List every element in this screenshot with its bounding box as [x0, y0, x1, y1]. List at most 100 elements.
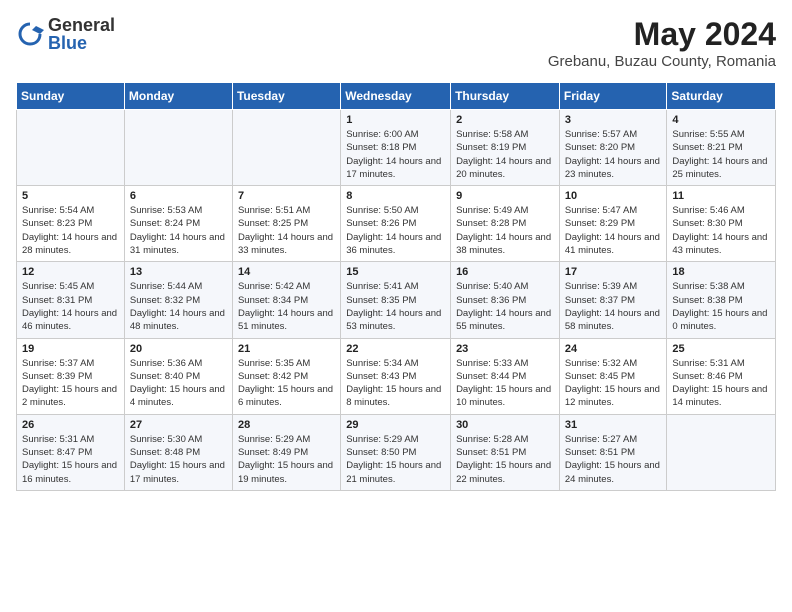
day-number: 25: [672, 343, 770, 355]
calendar-cell: 21 Sunrise: 5:35 AMSunset: 8:42 PMDayligh…: [232, 338, 340, 414]
day-info: Sunrise: 5:37 AMSunset: 8:39 PMDaylight:…: [22, 357, 119, 410]
location-subtitle: Grebanu, Buzau County, Romania: [548, 53, 776, 70]
calendar-cell: 25 Sunrise: 5:31 AMSunset: 8:46 PMDayligh…: [667, 338, 776, 414]
day-number: 22: [346, 343, 445, 355]
day-info: Sunrise: 5:34 AMSunset: 8:43 PMDaylight:…: [346, 357, 445, 410]
day-info: Sunrise: 5:33 AMSunset: 8:44 PMDaylight:…: [456, 357, 554, 410]
weekday-header: Sunday: [17, 83, 125, 110]
day-info: Sunrise: 5:49 AMSunset: 8:28 PMDaylight:…: [456, 204, 554, 257]
calendar-cell: 11 Sunrise: 5:46 AMSunset: 8:30 PMDayligh…: [667, 186, 776, 262]
day-info: Sunrise: 5:27 AMSunset: 8:51 PMDaylight:…: [565, 433, 662, 486]
calendar-cell: 10Sunrise: 5:47 AMSunset: 8:29 PMDayligh…: [559, 186, 667, 262]
day-number: 26: [22, 419, 119, 431]
weekday-header-row: SundayMondayTuesdayWednesdayThursdayFrid…: [17, 83, 776, 110]
calendar-week-row: 26 Sunrise: 5:31 AMSunset: 8:47 PMDayligh…: [17, 414, 776, 490]
day-number: 28: [238, 419, 335, 431]
day-number: 29: [346, 419, 445, 431]
day-info: Sunrise: 5:31 AMSunset: 8:46 PMDaylight:…: [672, 357, 770, 410]
calendar-cell: 4Sunrise: 5:55 AMSunset: 8:21 PMDaylight…: [667, 110, 776, 186]
day-number: 17: [565, 266, 662, 278]
calendar-cell: 16 Sunrise: 5:40 AMSunset: 8:36 PMDayligh…: [451, 262, 560, 338]
calendar-cell: [232, 110, 340, 186]
day-info: Sunrise: 5:28 AMSunset: 8:51 PMDaylight:…: [456, 433, 554, 486]
day-info: Sunrise: 5:53 AMSunset: 8:24 PMDaylight:…: [130, 204, 227, 257]
day-info: Sunrise: 5:51 AMSunset: 8:25 PMDaylight:…: [238, 204, 335, 257]
day-number: 1: [346, 114, 445, 126]
calendar-week-row: 19 Sunrise: 5:37 AMSunset: 8:39 PMDayligh…: [17, 338, 776, 414]
calendar-cell: 19 Sunrise: 5:37 AMSunset: 8:39 PMDayligh…: [17, 338, 125, 414]
calendar-cell: 3 Sunrise: 5:57 AMSunset: 8:20 PMDaylight…: [559, 110, 667, 186]
day-info: Sunrise: 5:29 AMSunset: 8:50 PMDaylight:…: [346, 433, 445, 486]
title-area: May 2024 Grebanu, Buzau County, Romania: [548, 16, 776, 70]
calendar-cell: 12 Sunrise: 5:45 AMSunset: 8:31 PMDayligh…: [17, 262, 125, 338]
calendar-cell: 29 Sunrise: 5:29 AMSunset: 8:50 PMDayligh…: [341, 414, 451, 490]
month-year-title: May 2024: [548, 16, 776, 53]
day-number: 16: [456, 266, 554, 278]
day-number: 31: [565, 419, 662, 431]
calendar-cell: [667, 414, 776, 490]
weekday-header: Wednesday: [341, 83, 451, 110]
calendar-cell: 8 Sunrise: 5:50 AMSunset: 8:26 PMDaylight…: [341, 186, 451, 262]
calendar-cell: 2Sunrise: 5:58 AMSunset: 8:19 PMDaylight…: [451, 110, 560, 186]
page-header: General Blue May 2024 Grebanu, Buzau Cou…: [16, 16, 776, 70]
day-info: Sunrise: 5:42 AMSunset: 8:34 PMDaylight:…: [238, 280, 335, 333]
day-info: Sunrise: 5:45 AMSunset: 8:31 PMDaylight:…: [22, 280, 119, 333]
calendar-cell: 30 Sunrise: 5:28 AMSunset: 8:51 PMDayligh…: [451, 414, 560, 490]
day-number: 12: [22, 266, 119, 278]
day-number: 20: [130, 343, 227, 355]
day-info: Sunrise: 5:31 AMSunset: 8:47 PMDaylight:…: [22, 433, 119, 486]
day-info: Sunrise: 5:57 AMSunset: 8:20 PMDaylight:…: [565, 128, 662, 181]
calendar-week-row: 5 Sunrise: 5:54 AMSunset: 8:23 PMDaylight…: [17, 186, 776, 262]
day-number: 27: [130, 419, 227, 431]
calendar-cell: 20 Sunrise: 5:36 AMSunset: 8:40 PMDayligh…: [124, 338, 232, 414]
calendar-week-row: 12 Sunrise: 5:45 AMSunset: 8:31 PMDayligh…: [17, 262, 776, 338]
calendar-cell: [17, 110, 125, 186]
day-number: 7: [238, 190, 335, 202]
day-info: Sunrise: 6:00 AMSunset: 8:18 PMDaylight:…: [346, 128, 445, 181]
day-info: Sunrise: 5:36 AMSunset: 8:40 PMDaylight:…: [130, 357, 227, 410]
day-info: Sunrise: 5:32 AMSunset: 8:45 PMDaylight:…: [565, 357, 662, 410]
day-info: Sunrise: 5:38 AMSunset: 8:38 PMDaylight:…: [672, 280, 770, 333]
calendar-cell: 17 Sunrise: 5:39 AMSunset: 8:37 PMDayligh…: [559, 262, 667, 338]
calendar-cell: 6 Sunrise: 5:53 AMSunset: 8:24 PMDaylight…: [124, 186, 232, 262]
calendar-cell: 18Sunrise: 5:38 AMSunset: 8:38 PMDayligh…: [667, 262, 776, 338]
day-number: 24: [565, 343, 662, 355]
day-number: 30: [456, 419, 554, 431]
day-info: Sunrise: 5:50 AMSunset: 8:26 PMDaylight:…: [346, 204, 445, 257]
logo: General Blue: [16, 16, 115, 52]
day-info: Sunrise: 5:29 AMSunset: 8:49 PMDaylight:…: [238, 433, 335, 486]
day-number: 3: [565, 114, 662, 126]
calendar-cell: 15 Sunrise: 5:41 AMSunset: 8:35 PMDayligh…: [341, 262, 451, 338]
calendar-cell: 24 Sunrise: 5:32 AMSunset: 8:45 PMDayligh…: [559, 338, 667, 414]
day-info: Sunrise: 5:40 AMSunset: 8:36 PMDaylight:…: [456, 280, 554, 333]
logo-general: General: [48, 16, 115, 34]
calendar-cell: 26 Sunrise: 5:31 AMSunset: 8:47 PMDayligh…: [17, 414, 125, 490]
day-info: Sunrise: 5:54 AMSunset: 8:23 PMDaylight:…: [22, 204, 119, 257]
day-number: 2: [456, 114, 554, 126]
day-number: 10: [565, 190, 662, 202]
day-number: 5: [22, 190, 119, 202]
weekday-header: Tuesday: [232, 83, 340, 110]
calendar-cell: 22 Sunrise: 5:34 AMSunset: 8:43 PMDayligh…: [341, 338, 451, 414]
day-number: 21: [238, 343, 335, 355]
calendar-cell: 31 Sunrise: 5:27 AMSunset: 8:51 PMDayligh…: [559, 414, 667, 490]
day-number: 6: [130, 190, 227, 202]
logo-text: General Blue: [48, 16, 115, 52]
day-info: Sunrise: 5:46 AMSunset: 8:30 PMDaylight:…: [672, 204, 770, 257]
day-number: 19: [22, 343, 119, 355]
calendar-cell: 13Sunrise: 5:44 AMSunset: 8:32 PMDayligh…: [124, 262, 232, 338]
day-number: 23: [456, 343, 554, 355]
calendar-cell: 5 Sunrise: 5:54 AMSunset: 8:23 PMDaylight…: [17, 186, 125, 262]
day-info: Sunrise: 5:41 AMSunset: 8:35 PMDaylight:…: [346, 280, 445, 333]
calendar-cell: 7 Sunrise: 5:51 AMSunset: 8:25 PMDaylight…: [232, 186, 340, 262]
day-info: Sunrise: 5:35 AMSunset: 8:42 PMDaylight:…: [238, 357, 335, 410]
day-number: 13: [130, 266, 227, 278]
day-number: 15: [346, 266, 445, 278]
calendar-cell: 23 Sunrise: 5:33 AMSunset: 8:44 PMDayligh…: [451, 338, 560, 414]
day-info: Sunrise: 5:55 AMSunset: 8:21 PMDaylight:…: [672, 128, 770, 181]
day-number: 11: [672, 190, 770, 202]
calendar-cell: 1 Sunrise: 6:00 AMSunset: 8:18 PMDaylight…: [341, 110, 451, 186]
day-number: 8: [346, 190, 445, 202]
day-info: Sunrise: 5:30 AMSunset: 8:48 PMDaylight:…: [130, 433, 227, 486]
day-info: Sunrise: 5:39 AMSunset: 8:37 PMDaylight:…: [565, 280, 662, 333]
